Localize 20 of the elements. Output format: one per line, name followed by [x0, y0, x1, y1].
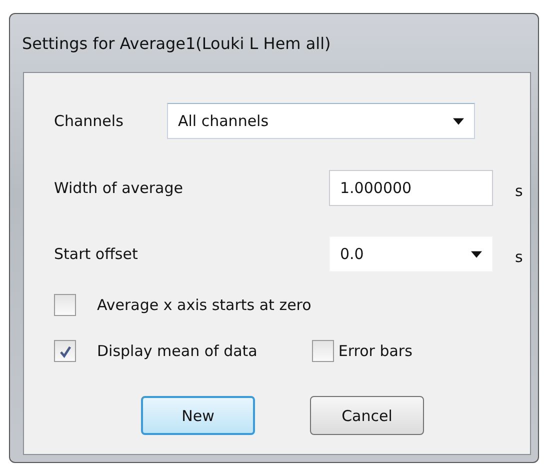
checkbox[interactable]: [54, 340, 76, 362]
new-button[interactable]: New: [141, 396, 255, 435]
checkbox[interactable]: [312, 340, 334, 362]
dropdown-field[interactable]: All channels: [167, 103, 475, 139]
window-title: Settings for Average1(Louki L Hem all): [22, 34, 331, 52]
checkbox-label: Average x axis starts at zero: [97, 296, 312, 314]
checkmark-icon: [58, 344, 72, 358]
cancel-button[interactable]: Cancel: [310, 396, 424, 435]
checkbox-label: Error bars: [338, 342, 412, 360]
checkbox-label: Display mean of data: [97, 342, 258, 360]
input-field[interactable]: 1.000000: [329, 170, 493, 206]
unit-label: s: [515, 248, 523, 266]
caret-icon: [453, 118, 464, 124]
field-label: Width of average: [54, 179, 184, 197]
caret-icon: [471, 250, 482, 258]
checkbox[interactable]: [54, 294, 76, 316]
combo-field[interactable]: 0.0: [329, 236, 493, 272]
field-label: Channels: [54, 112, 124, 130]
unit-label: s: [515, 182, 523, 200]
field-label: Start offset: [54, 245, 139, 263]
